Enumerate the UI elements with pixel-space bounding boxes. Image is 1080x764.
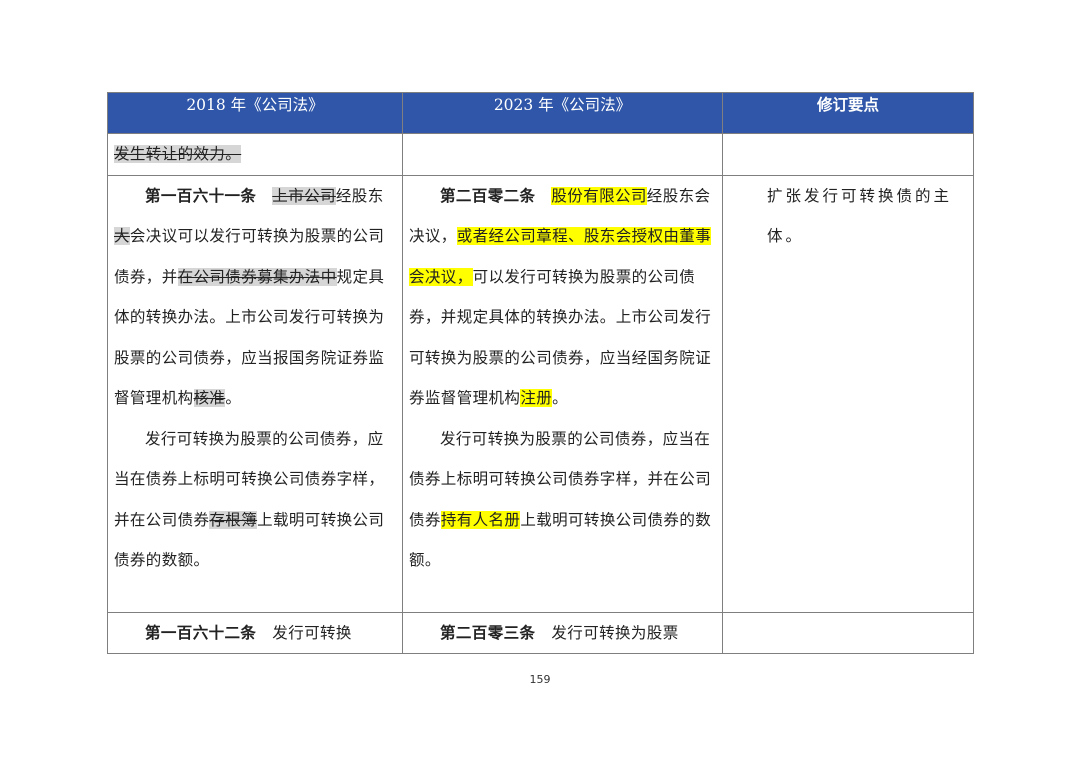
body-text: 发行可转换	[272, 623, 352, 642]
revision-note: 扩张发行可转换债的主体。	[767, 186, 953, 246]
cell-note: 扩张发行可转换债的主体。	[722, 174, 974, 613]
added-text: 注册	[520, 389, 553, 407]
deleted-text: 上市公司	[272, 186, 336, 205]
body-text: 发行可转换为股票	[551, 623, 679, 642]
document-page: 2018 年《公司法》 2023 年《公司法》 修订要点 发生转让的效力。 第一…	[0, 0, 1080, 764]
body-text: 可以发行可转换为股票的公司债券，并规定具体的转换办法。上市公司发行可转换为股票的…	[409, 267, 712, 408]
cell-2018: 第一百六十二条 发行可转换	[107, 611, 403, 654]
body-text: 规定具体的转换办法。上市公司发行可转换为股票的公司债券，应当报国务院证券监督管理…	[114, 267, 385, 408]
cell-2023	[402, 133, 723, 176]
table-row: 第一百六十二条 发行可转换 第二百零三条 发行可转换为股票	[107, 611, 974, 654]
deleted-text: 发生转让的效力。	[114, 145, 242, 163]
deleted-text: 大	[114, 227, 130, 245]
deleted-text: 核准	[193, 389, 226, 407]
header-2018-law: 2018 年《公司法》	[107, 92, 403, 134]
header-2023-law: 2023 年《公司法》	[402, 92, 723, 134]
paragraph: 第一百六十二条 发行可转换	[114, 613, 396, 654]
paragraph: 第二百零三条 发行可转换为股票	[409, 613, 716, 654]
body-text: 。	[225, 389, 242, 407]
body-text: 经股东	[335, 186, 384, 205]
paragraph: 发行可转换为股票的公司债券，应当在债券上标明可转换公司债券字样，并在公司债券持有…	[409, 419, 716, 581]
cell-2023: 第二百零三条 发行可转换为股票	[402, 611, 723, 654]
article-number: 第二百零三条	[440, 622, 536, 642]
cell-2018: 发生转让的效力。	[107, 133, 403, 176]
table-row: 第一百六十一条 上市公司经股东大会决议可以发行可转换为股票的公司债券，并在公司债…	[107, 174, 974, 613]
comparison-table: 2018 年《公司法》 2023 年《公司法》 修订要点 发生转让的效力。 第一…	[107, 92, 974, 654]
cell-note	[722, 611, 974, 654]
paragraph: 第一百六十一条 上市公司经股东大会决议可以发行可转换为股票的公司债券，并在公司债…	[114, 176, 396, 419]
page-number: 159	[529, 673, 551, 686]
deleted-text: 在公司债券募集办法中	[177, 267, 337, 286]
article-number: 第一百六十一条	[145, 185, 257, 205]
added-text: 持有人名册	[440, 510, 521, 529]
table-header-row: 2018 年《公司法》 2023 年《公司法》 修订要点	[107, 92, 974, 134]
article-number: 第一百六十二条	[145, 622, 257, 642]
body-text: 。	[552, 389, 569, 407]
table-row: 发生转让的效力。	[107, 133, 974, 176]
cell-note	[722, 133, 974, 176]
article-number: 第二百零二条	[440, 185, 536, 205]
added-text: 股份有限公司	[551, 186, 647, 205]
deleted-text: 存根簿	[209, 510, 258, 529]
header-revision-points: 修订要点	[722, 92, 974, 134]
cell-2023: 第二百零二条 股份有限公司经股东会决议，或者经公司章程、股东会授权由董事会决议，…	[402, 174, 723, 613]
cell-2018: 第一百六十一条 上市公司经股东大会决议可以发行可转换为股票的公司债券，并在公司债…	[107, 174, 403, 613]
paragraph: 第二百零二条 股份有限公司经股东会决议，或者经公司章程、股东会授权由董事会决议，…	[409, 176, 716, 419]
paragraph: 发行可转换为股票的公司债券，应当在债券上标明可转换公司债券字样，并在公司债券存根…	[114, 419, 396, 581]
